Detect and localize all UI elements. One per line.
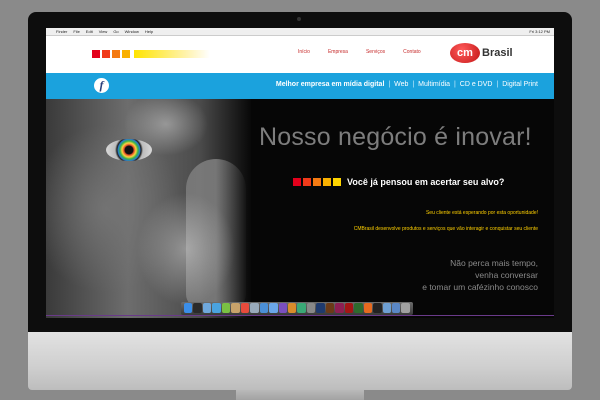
trash-icon[interactable] (401, 303, 410, 313)
site-header: Início Empresa Serviços Contato cm Brasi… (46, 36, 554, 73)
hero-question: Você já pensou em acertar seu alvo? (293, 177, 504, 187)
hand-image (186, 159, 246, 309)
question-square (313, 178, 321, 186)
preview-icon[interactable] (250, 303, 259, 313)
nav-item-inicio[interactable]: Início (298, 49, 310, 55)
menubar-item-help[interactable]: Help (145, 29, 153, 34)
colorful-eye-image (106, 139, 152, 161)
service-cd-dvd[interactable]: CD e DVD (460, 81, 493, 88)
hero-body-line-1: Seu cliente está esperando por esta opor… (425, 210, 538, 216)
cm-brasil-logo[interactable]: cm Brasil (450, 43, 513, 63)
brand-square (102, 50, 110, 58)
mail-icon[interactable] (202, 303, 212, 313)
dashboard-icon[interactable] (193, 303, 202, 313)
nav-item-empresa[interactable]: Empresa (328, 49, 348, 55)
flash-icon[interactable] (344, 303, 354, 313)
nav-item-servicos[interactable]: Serviços (366, 49, 385, 55)
menubar-item-window[interactable]: Window (125, 29, 139, 34)
indesign-icon[interactable] (335, 303, 344, 313)
hero-cta: Não perca mais tempo, venha conversar e … (422, 257, 538, 293)
firefox-icon[interactable] (363, 303, 373, 313)
folder-icon[interactable] (382, 303, 391, 313)
logo-wordmark: Brasil (482, 47, 513, 59)
brand-square (122, 50, 130, 58)
cta-line-2: venha conversar (475, 270, 538, 280)
screen: Finder File Edit View Go Window Help Fri… (46, 28, 554, 318)
question-square (333, 178, 341, 186)
tagline-band: f Melhor empresa em mídia digital | Web … (46, 73, 554, 99)
menubar-clock[interactable]: Fri 3:12 PM (529, 29, 550, 34)
service-web[interactable]: Web (394, 81, 408, 88)
nav-item-contato[interactable]: Contato (403, 49, 421, 55)
menubar-item-file[interactable]: File (73, 29, 79, 34)
menubar-item-go[interactable]: Go (113, 29, 118, 34)
cta-line-3: e tomar um cafézinho conosco (422, 282, 538, 292)
address-book-icon[interactable] (231, 303, 240, 313)
child-face-photo (46, 99, 251, 318)
hero-headline: Nosso negócio é inovar! (259, 123, 532, 151)
time-machine-icon[interactable] (297, 303, 306, 313)
dreamweaver-icon[interactable] (354, 303, 363, 313)
imovie-icon[interactable] (278, 303, 287, 313)
brand-squares (92, 50, 210, 58)
iphoto-icon[interactable] (269, 303, 278, 313)
question-square (323, 178, 331, 186)
menubar-item-finder[interactable]: Finder (56, 29, 67, 34)
camera-icon (297, 17, 301, 21)
service-digital-print[interactable]: Digital Print (502, 81, 538, 88)
system-preferences-icon[interactable] (306, 303, 316, 313)
garageband-icon[interactable] (287, 303, 297, 313)
brand-gradient-bar (134, 50, 210, 58)
menubar-item-edit[interactable]: Edit (86, 29, 93, 34)
menubar-item-view[interactable]: View (99, 29, 108, 34)
question-text: Você já pensou em acertar seu alvo? (347, 177, 505, 187)
ical-icon[interactable] (240, 303, 250, 313)
mac-menubar: Finder File Edit View Go Window Help Fri… (46, 28, 554, 36)
tagline: Melhor empresa em mídia digital | Web | … (275, 81, 538, 88)
photoshop-icon[interactable] (316, 303, 325, 313)
illustrator-icon[interactable] (325, 303, 335, 313)
tagline-strong: Melhor empresa em mídia digital (275, 81, 385, 88)
service-multimidia[interactable]: Multimídia (418, 81, 450, 88)
hero-body-line-2: CMBrasil desenvolve produtos e serviços … (353, 226, 538, 232)
brand-square (92, 50, 100, 58)
brand-square (112, 50, 120, 58)
logo-cm-mark: cm (450, 43, 480, 63)
question-square (293, 178, 301, 186)
finder-icon[interactable] (184, 303, 193, 313)
imac-chin (28, 332, 572, 390)
terminal-icon[interactable] (373, 303, 382, 313)
main-nav: Início Empresa Serviços Contato (298, 49, 421, 55)
cta-line-1: Não perca mais tempo, (450, 258, 538, 268)
imac-stand (236, 390, 364, 400)
facebook-icon[interactable]: f (94, 78, 109, 93)
question-square (303, 178, 311, 186)
ichat-icon[interactable] (221, 303, 231, 313)
safari-icon[interactable] (212, 303, 221, 313)
hero-section: Nosso negócio é inovar! Você já pensou e… (46, 99, 554, 318)
itunes-icon[interactable] (259, 303, 269, 313)
screen-bottom-line (46, 315, 554, 316)
downloads-icon[interactable] (391, 303, 401, 313)
mac-dock (181, 302, 413, 315)
